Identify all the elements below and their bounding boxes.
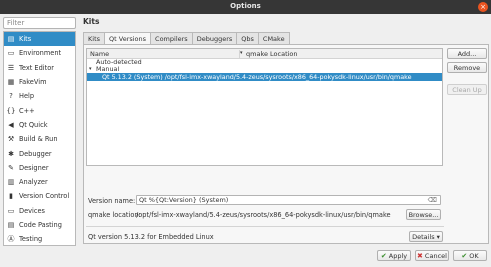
- tab-debuggers[interactable]: Debuggers: [191, 32, 238, 44]
- sidebar-item-debugger[interactable]: ✱ Debugger: [4, 146, 75, 160]
- sidebar-item-help[interactable]: ? Help: [4, 89, 75, 103]
- tree-group-label: Manual: [96, 65, 120, 73]
- sidebar-item-c[interactable]: {} C++: [4, 103, 75, 117]
- sidebar-item-label: C++: [19, 106, 35, 115]
- tab-bar: Kits Qt Versions Compilers Debuggers Qbs CMak…: [83, 32, 290, 45]
- sidebar-item-label: Text Editor: [19, 63, 54, 72]
- sidebar-item-label: Designer: [19, 163, 49, 172]
- check-icon: ✔: [461, 251, 468, 260]
- tab-kits[interactable]: Kits: [83, 32, 106, 44]
- add-button[interactable]: Add...: [447, 48, 487, 59]
- cancel-icon: ✖: [417, 251, 423, 260]
- sidebar-item-version-control[interactable]: ▮ Version Control: [4, 189, 75, 203]
- tree-row-selected-qt-version[interactable]: Qt 5.13.2 (System) /opt/fsl-imx-xwayland…: [87, 73, 442, 81]
- version-name-input[interactable]: Qt %{Qt:Version} (System) ⌫: [136, 195, 441, 205]
- debugger-icon: ✱: [8, 149, 14, 158]
- tab-cmake[interactable]: CMake: [257, 32, 290, 44]
- version-name-label: Version name:: [88, 197, 136, 205]
- sidebar-item-label: Devices: [19, 206, 45, 215]
- check-icon: ✔: [380, 251, 387, 260]
- chevron-down-icon[interactable]: ▾: [89, 66, 92, 73]
- tab-qbs[interactable]: Qbs: [236, 32, 259, 44]
- sidebar-item-devices[interactable]: ▭ Devices: [4, 204, 75, 218]
- browse-button[interactable]: Browse...: [406, 209, 441, 220]
- remove-button[interactable]: Remove: [447, 62, 487, 73]
- tab-compilers[interactable]: Compilers: [150, 32, 193, 44]
- sidebar-item-designer[interactable]: ✎ Designer: [4, 161, 75, 175]
- text-editor-icon: ☰: [7, 63, 15, 72]
- filter-input[interactable]: [4, 18, 75, 28]
- qt-versions-tree[interactable]: Name ▾ qmake Location Auto-detected ▾ Ma…: [86, 48, 443, 166]
- tree-group-manual[interactable]: ▾ Manual: [87, 66, 442, 73]
- sidebar-item-label: Version Control: [19, 192, 70, 201]
- column-header-name[interactable]: Name: [90, 50, 109, 58]
- sidebar-item-text-editor[interactable]: ☰ Text Editor: [4, 61, 75, 75]
- sidebar-item-label: Help: [19, 92, 35, 101]
- sidebar-item-label: Kits: [19, 35, 32, 44]
- devices-icon: ▭: [7, 206, 15, 215]
- qt-version-info: Qt version 5.13.2 for Embedded Linux: [88, 233, 214, 241]
- monitor-icon: ▭: [7, 49, 15, 58]
- sidebar-item-environment[interactable]: ▭ Environment: [4, 46, 75, 60]
- sidebar-item-label: Code Pasting: [19, 221, 62, 229]
- apply-button[interactable]: ✔ Apply: [377, 250, 411, 261]
- tree-group-auto-detected[interactable]: Auto-detected: [87, 59, 442, 66]
- sidebar: ▤ Kits ▭ Environment ☰ Text Editor ▦ FakeVim? He…: [3, 31, 76, 246]
- sidebar-item-label: FakeVim: [19, 78, 47, 87]
- kits-icon: ▤: [7, 35, 15, 44]
- cancel-label: Cancel: [424, 251, 447, 260]
- qmake-location-label: qmake location:: [88, 211, 141, 219]
- build-run-icon: ⚒: [7, 135, 15, 144]
- sidebar-item-qt-quick[interactable]: ◀ Qt Quick: [4, 118, 75, 132]
- clean-up-button[interactable]: Clean Up: [447, 84, 487, 95]
- version-name-value: Qt %{Qt:Version} (System): [139, 196, 229, 204]
- sidebar-item-label: Testing: [19, 235, 43, 244]
- sidebar-item-kits[interactable]: ▤ Kits: [4, 32, 75, 47]
- code-pasting-icon: ▤: [7, 221, 15, 229]
- designer-icon: ✎: [8, 163, 14, 172]
- analyzer-icon: ▥: [7, 178, 15, 187]
- sidebar-item-label: Environment: [19, 49, 62, 58]
- sidebar-item-fakevim[interactable]: ▦ FakeVim: [4, 75, 75, 89]
- sidebar-item-label: Analyzer: [19, 178, 48, 187]
- testing-icon: Ⓐ: [7, 235, 15, 244]
- filter-field[interactable]: [3, 17, 76, 29]
- sidebar-item-label: Qt Quick: [19, 120, 48, 129]
- sidebar-item-build-run[interactable]: ⚒ Build & Run: [4, 132, 75, 146]
- sidebar-item-label: Build & Run: [19, 135, 58, 144]
- fakevim-icon: ▦: [7, 78, 15, 87]
- title-bar: Options ×: [0, 0, 491, 14]
- sidebar-item-code-pasting[interactable]: ▤ Code Pasting: [4, 218, 75, 232]
- sidebar-item-analyzer[interactable]: ▥ Analyzer: [4, 175, 75, 189]
- column-header-qmake-location[interactable]: qmake Location: [246, 50, 298, 58]
- ok-label: OK: [469, 251, 479, 260]
- version-control-icon: ▮: [9, 192, 13, 201]
- help-icon: ?: [9, 92, 13, 101]
- ok-button[interactable]: ✔ OK: [453, 250, 487, 261]
- clear-field-icon[interactable]: ⌫: [428, 196, 437, 204]
- cancel-button[interactable]: ✖ Cancel: [415, 250, 449, 261]
- cpp-icon: {}: [6, 106, 16, 115]
- details-divider: [86, 226, 444, 227]
- window-title: Options: [230, 2, 261, 10]
- apply-label: Apply: [388, 251, 408, 260]
- qmake-location-value: /opt/fsl-imx-xwayland/5.4-zeus/sysroots/…: [136, 211, 391, 219]
- sidebar-item-label: Debugger: [19, 149, 52, 158]
- tree-row-label: Qt 5.13.2 (System) /opt/fsl-imx-xwayland…: [102, 73, 412, 81]
- page-title: Kits: [83, 17, 100, 26]
- sort-indicator-icon: ▾: [240, 50, 243, 56]
- details-button[interactable]: Details ▾: [409, 231, 443, 242]
- sidebar-item-testing[interactable]: Ⓐ Testing: [4, 232, 75, 246]
- close-icon[interactable]: ×: [478, 2, 488, 12]
- qt-quick-icon: ◀: [8, 120, 14, 129]
